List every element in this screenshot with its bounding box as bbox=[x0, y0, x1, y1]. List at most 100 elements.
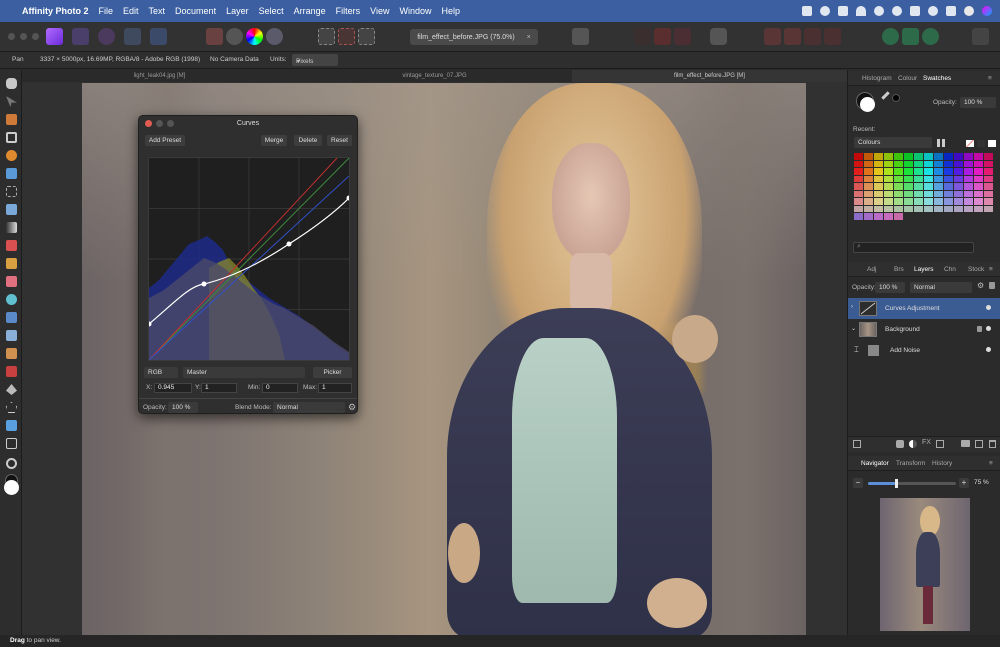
swatch-cell[interactable] bbox=[874, 153, 883, 160]
red-layer-icon[interactable] bbox=[654, 28, 671, 45]
x-field[interactable]: 0.945 bbox=[154, 383, 192, 393]
swatch-cell[interactable] bbox=[874, 168, 883, 175]
swatch-cell[interactable] bbox=[894, 213, 903, 220]
panel-menu-icon[interactable]: ≡ bbox=[988, 75, 992, 82]
swatch-cell[interactable] bbox=[864, 213, 873, 220]
curves-graph-svg[interactable] bbox=[146, 157, 352, 361]
tab-transform[interactable]: Transform bbox=[896, 460, 925, 467]
swatch-cell[interactable] bbox=[884, 160, 893, 167]
swatch-cell[interactable] bbox=[894, 168, 903, 175]
assistant-icon[interactable] bbox=[710, 28, 727, 45]
tab-film-effect[interactable]: film_effect_before.JPG [M] bbox=[572, 70, 847, 82]
swatch-cell[interactable] bbox=[884, 168, 893, 175]
menu-select[interactable]: Select bbox=[254, 6, 289, 16]
layer-blend-select[interactable]: Normal bbox=[910, 282, 972, 293]
swatch-cell[interactable] bbox=[914, 198, 923, 205]
studio-green-1-icon[interactable] bbox=[882, 28, 899, 45]
arrange-front-icon[interactable] bbox=[824, 28, 841, 45]
gradient-tool-icon[interactable] bbox=[6, 222, 17, 233]
flood-fill-icon[interactable] bbox=[6, 204, 17, 215]
palette-select[interactable]: Colours bbox=[854, 137, 932, 148]
swatch-grid[interactable] bbox=[854, 153, 994, 221]
y-field[interactable]: 1 bbox=[201, 383, 237, 393]
tab-channels[interactable]: Chn bbox=[944, 266, 956, 273]
panel-menu-icon[interactable]: ≡ bbox=[989, 460, 993, 467]
menu-edit[interactable]: Edit bbox=[118, 6, 144, 16]
secondary-colour-swatch[interactable] bbox=[4, 480, 19, 495]
swatch-cell[interactable] bbox=[904, 168, 913, 175]
tone-mapping-persona-icon[interactable] bbox=[124, 28, 141, 45]
blend-mode-select[interactable]: Normal bbox=[273, 402, 345, 413]
swatch-cell[interactable] bbox=[904, 160, 913, 167]
swatch-cell[interactable] bbox=[964, 183, 973, 190]
menu-view[interactable]: View bbox=[365, 6, 394, 16]
mesh-warp-icon[interactable] bbox=[6, 438, 17, 449]
liquify-persona-icon[interactable] bbox=[72, 28, 89, 45]
color-picker-icon[interactable] bbox=[6, 114, 17, 125]
swatch-cell[interactable] bbox=[984, 205, 993, 212]
search-icon[interactable] bbox=[928, 6, 938, 16]
swatch-cell[interactable] bbox=[954, 183, 963, 190]
swatch-cell[interactable] bbox=[934, 205, 943, 212]
swatch-cell[interactable] bbox=[984, 160, 993, 167]
arrange-forward-icon[interactable] bbox=[804, 28, 821, 45]
brush-mask-icon[interactable] bbox=[674, 28, 691, 45]
swatch-cell[interactable] bbox=[964, 205, 973, 212]
curves-dialog[interactable]: Curves Add Preset Merge Delete Reset RGB… bbox=[138, 115, 358, 414]
navigator-preview[interactable] bbox=[880, 498, 970, 631]
copy-layer-icon[interactable] bbox=[853, 440, 861, 448]
swatch-cell[interactable] bbox=[884, 205, 893, 212]
swatch-cell[interactable] bbox=[914, 190, 923, 197]
swatch-cell[interactable] bbox=[894, 205, 903, 212]
control-center-icon[interactable] bbox=[946, 6, 956, 16]
swatch-cell[interactable] bbox=[954, 205, 963, 212]
swatch-cell[interactable] bbox=[974, 205, 983, 212]
menu-filters[interactable]: Filters bbox=[331, 6, 366, 16]
studio-settings-icon[interactable] bbox=[972, 28, 989, 45]
expand-chevron-icon[interactable]: ⌄ bbox=[851, 325, 856, 332]
photo-persona-icon[interactable] bbox=[46, 28, 63, 45]
swatch-cell[interactable] bbox=[924, 153, 933, 160]
menu-document[interactable]: Document bbox=[170, 6, 221, 16]
swatch-cell[interactable] bbox=[984, 153, 993, 160]
swatch-cell[interactable] bbox=[854, 160, 863, 167]
swatch-cell[interactable] bbox=[954, 175, 963, 182]
layer-row-add-noise[interactable]: ⌶ Add Noise bbox=[848, 340, 1000, 361]
wifi-icon[interactable] bbox=[856, 6, 866, 16]
swatch-cell[interactable] bbox=[914, 160, 923, 167]
swatch-cell[interactable] bbox=[974, 168, 983, 175]
clone-brush-icon[interactable] bbox=[6, 312, 17, 323]
shape-tool-icon[interactable] bbox=[6, 402, 17, 413]
swatch-cell[interactable] bbox=[924, 168, 933, 175]
swatch-cell[interactable] bbox=[944, 168, 953, 175]
zoom-value[interactable]: 75 % bbox=[974, 479, 989, 486]
tab-light-leak[interactable]: light_leak04.jpg [M] bbox=[22, 70, 297, 82]
creative-cloud-icon[interactable] bbox=[802, 6, 812, 16]
menu-arrange[interactable]: Arrange bbox=[289, 6, 331, 16]
swatch-cell[interactable] bbox=[874, 175, 883, 182]
text-tool-icon[interactable] bbox=[6, 420, 17, 431]
zoom-in-button[interactable]: + bbox=[959, 478, 969, 488]
colour-replacement-icon[interactable] bbox=[6, 258, 17, 269]
swatch-cell[interactable] bbox=[864, 153, 873, 160]
swatch-cell[interactable] bbox=[854, 168, 863, 175]
window-zoom-button[interactable] bbox=[32, 33, 39, 40]
black-white-swatch[interactable] bbox=[977, 140, 985, 147]
swatch-cell[interactable] bbox=[954, 168, 963, 175]
swatch-cell[interactable] bbox=[884, 183, 893, 190]
channel-select[interactable]: Master bbox=[183, 367, 305, 378]
swatch-cell[interactable] bbox=[864, 198, 873, 205]
quick-mask-icon[interactable] bbox=[572, 28, 589, 45]
tab-swatches[interactable]: Swatches bbox=[923, 75, 951, 82]
studio-green-3-icon[interactable] bbox=[922, 28, 939, 45]
studio-green-2-icon[interactable] bbox=[902, 28, 919, 45]
swatch-cell[interactable] bbox=[964, 190, 973, 197]
swatch-opacity-select[interactable]: 100 % bbox=[960, 97, 996, 108]
menu-layer[interactable]: Layer bbox=[221, 6, 254, 16]
picker-button[interactable]: Picker bbox=[313, 367, 352, 378]
swatch-cell[interactable] bbox=[924, 160, 933, 167]
crop-tool-icon[interactable] bbox=[6, 132, 17, 143]
swatch-cell[interactable] bbox=[934, 183, 943, 190]
swatch-cell[interactable] bbox=[974, 175, 983, 182]
location-icon[interactable] bbox=[820, 6, 830, 16]
